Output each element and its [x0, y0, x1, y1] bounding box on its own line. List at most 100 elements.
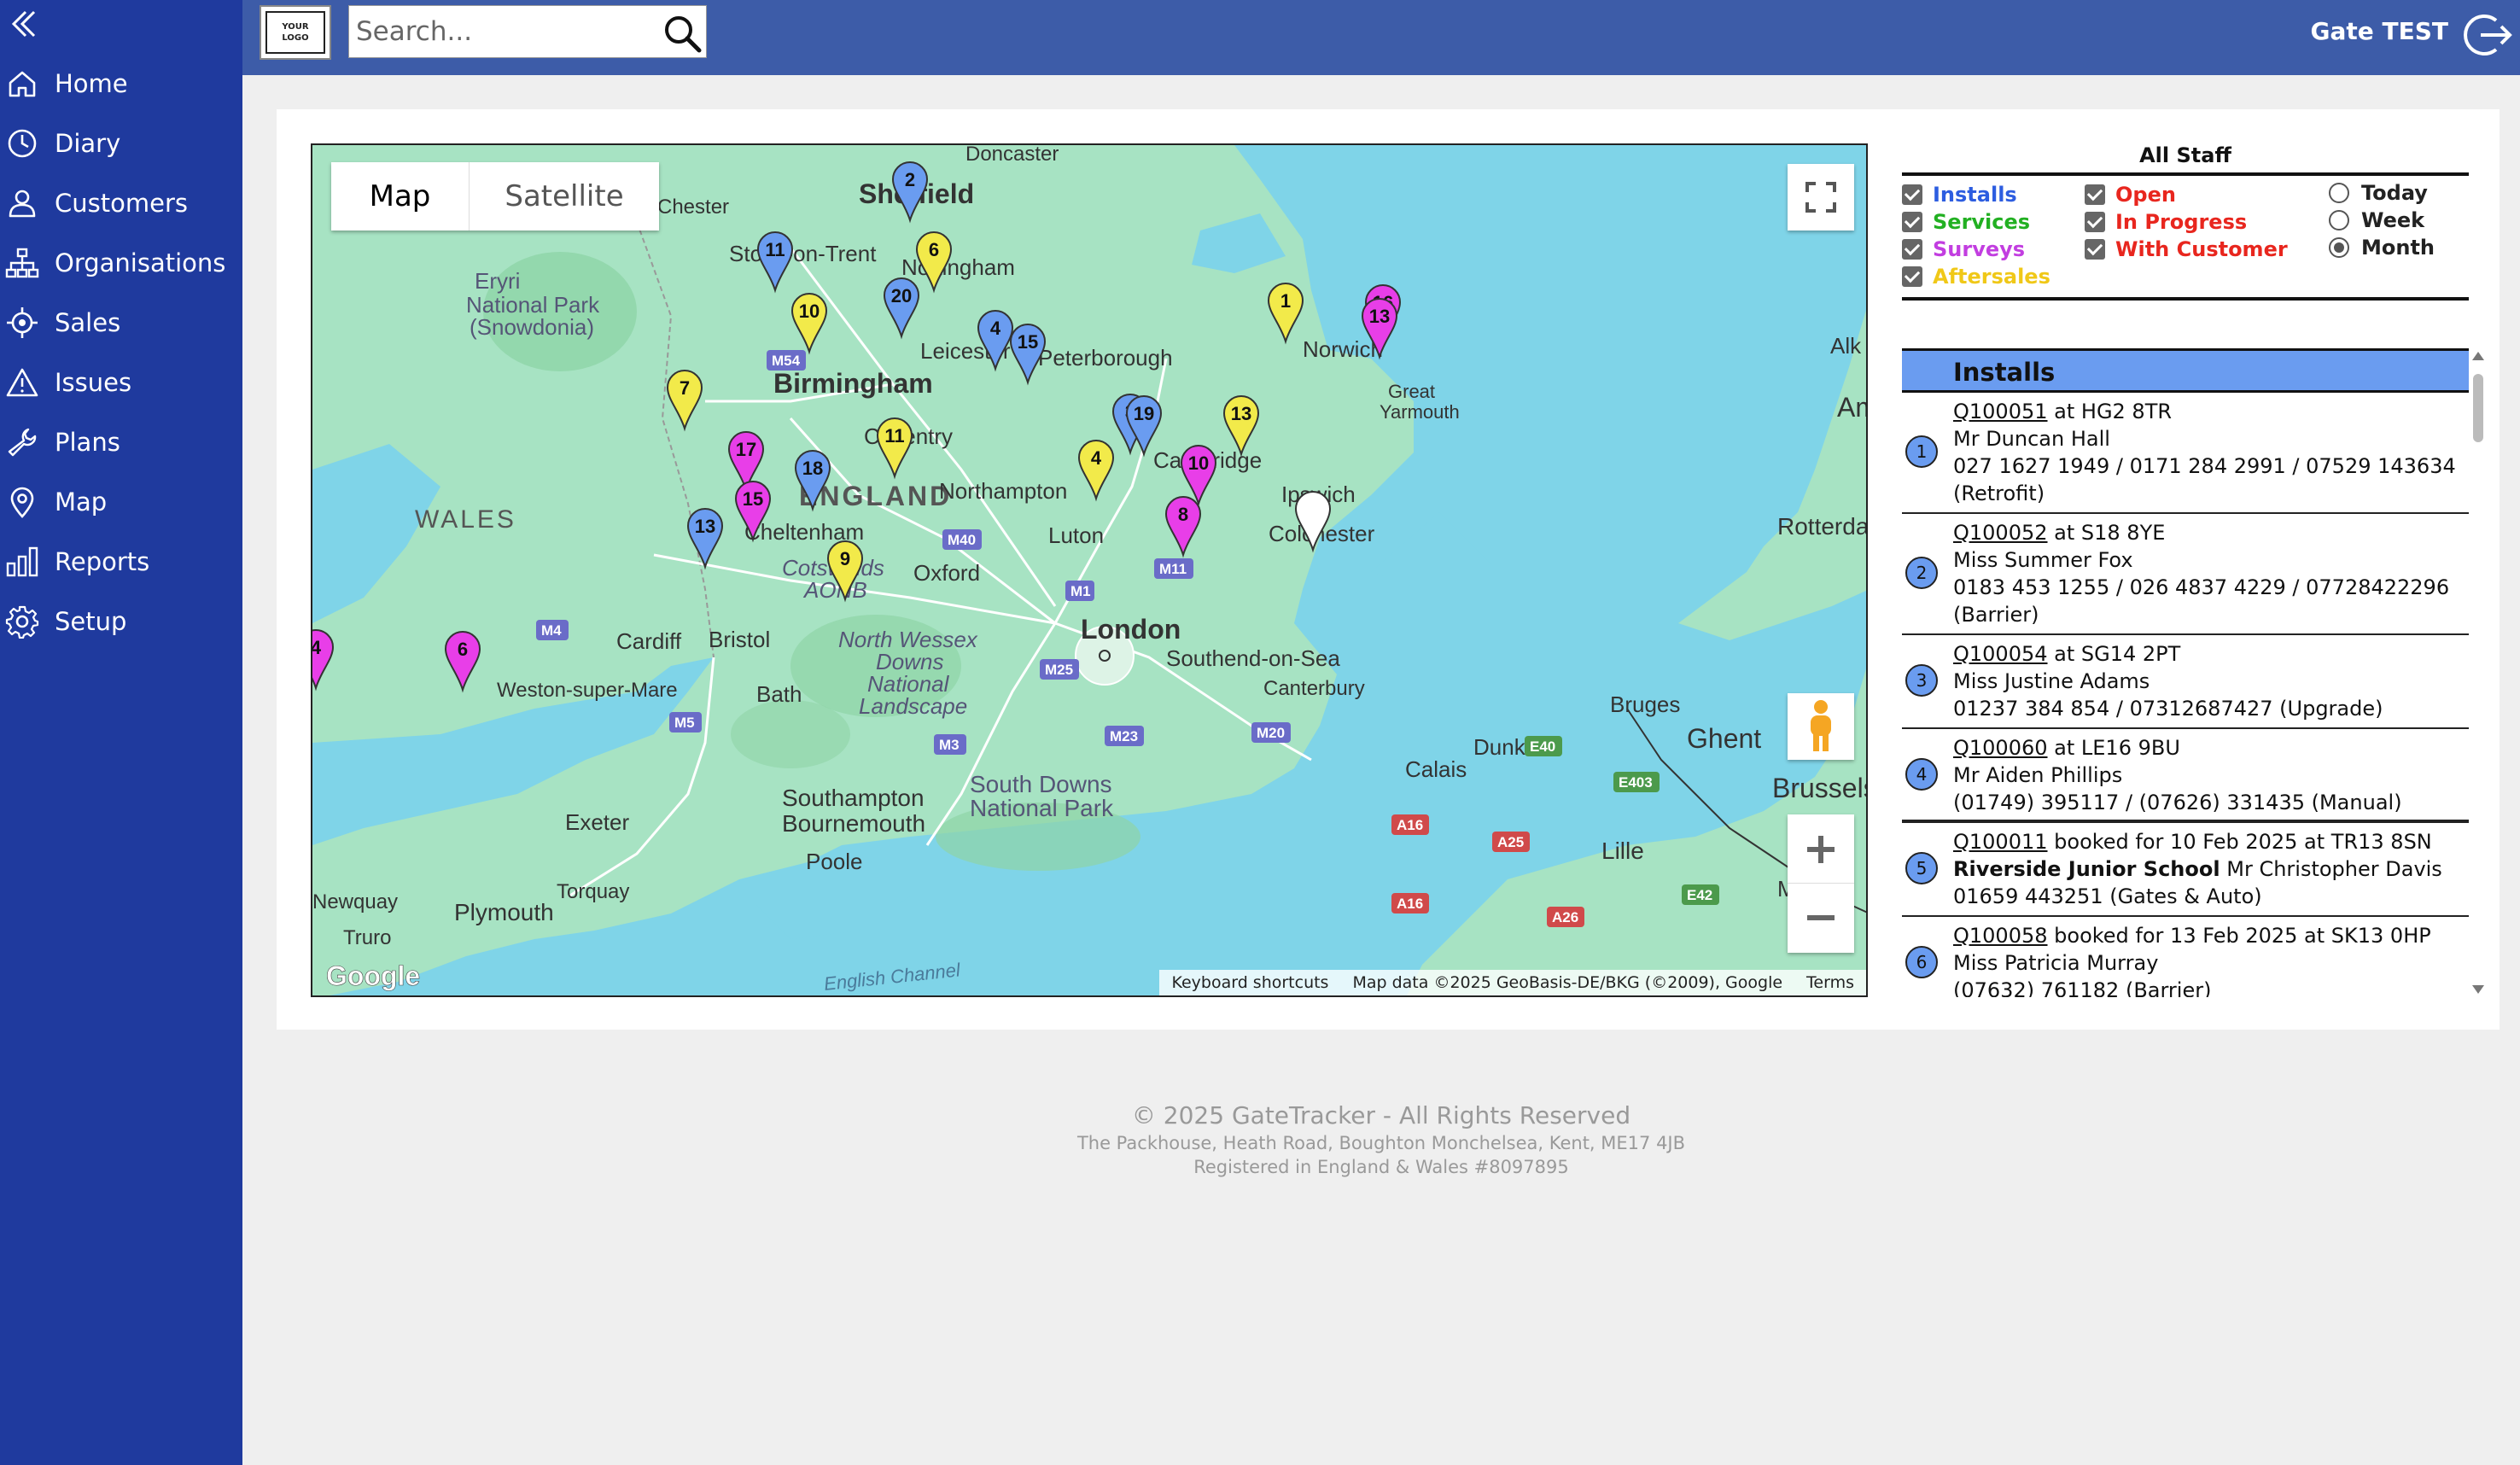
sidebar-item-setup[interactable]: Setup: [0, 596, 242, 647]
filter-surveys[interactable]: Surveys: [1902, 237, 2025, 261]
filter-aftersales[interactable]: Aftersales: [1902, 265, 2050, 289]
checkbox[interactable]: [1902, 239, 1922, 260]
place-label: Landscape: [859, 693, 967, 719]
job-number-badge: 5: [1905, 852, 1938, 884]
clock-icon: [8, 129, 37, 158]
footer-copyright: © 2025 GateTracker - All Rights Reserved: [1131, 1101, 1631, 1129]
map-pin-label: 6: [929, 239, 939, 260]
job-list-item[interactable]: 5 Q100011 booked for 10 Feb 2025 at TR13…: [1902, 823, 2469, 917]
place-label: Stoke-on-Trent: [729, 241, 877, 266]
place-label: Calais: [1405, 756, 1467, 782]
place-label: Newquay: [312, 890, 398, 913]
job-list-item[interactable]: 4 Q100060 at LE16 9BU Mr Aiden Phillips …: [1902, 729, 2469, 823]
map-pin-label: 4: [990, 318, 1001, 339]
sidebar-item-issues[interactable]: Issues: [0, 357, 242, 408]
map-type-satellite-button[interactable]: Satellite: [470, 162, 659, 231]
job-ref-link[interactable]: Q100052: [1953, 521, 2048, 545]
filter-installs[interactable]: Installs: [1902, 183, 2017, 207]
sidebar-item-home[interactable]: Home: [0, 58, 242, 109]
place-label: Brussels: [1772, 773, 1868, 803]
search-box: [348, 5, 707, 58]
period-label: Week: [2361, 208, 2425, 232]
job-number-badge: 4: [1905, 758, 1938, 791]
map-type-map-button[interactable]: Map: [331, 162, 470, 231]
filter-in-progress[interactable]: In Progress: [2085, 210, 2247, 234]
customer-name: Mr Duncan Hall: [1953, 427, 2110, 451]
jobs-map[interactable]: Doncaster Sheffield Chester Stoke-on-Tre…: [311, 143, 1868, 997]
street-view-pegman[interactable]: [1788, 693, 1854, 760]
sidebar-item-label: Customers: [55, 189, 188, 218]
place-label: Weston-super-Mare: [497, 679, 678, 702]
job-ref-link[interactable]: Q100051: [1953, 400, 2048, 423]
search-icon[interactable]: [662, 13, 703, 54]
filter-open[interactable]: Open: [2085, 183, 2176, 207]
zoom-in-button[interactable]: [1788, 815, 1854, 884]
period-week[interactable]: Week: [2329, 208, 2424, 232]
job-details: Q100054 at SG14 2PT Miss Justine Adams 0…: [1953, 640, 2383, 722]
collapse-sidebar-icon[interactable]: [7, 7, 38, 44]
map-pin-label: 13: [1231, 403, 1251, 424]
period-month[interactable]: Month: [2329, 236, 2435, 260]
scroll-thumb: [2473, 374, 2483, 442]
fullscreen-button[interactable]: [1788, 164, 1854, 231]
filter-with-customer[interactable]: With Customer: [2085, 237, 2288, 261]
warning-icon: [6, 368, 38, 397]
sidebar-item-diary[interactable]: Diary: [0, 118, 242, 169]
terms-link[interactable]: Terms: [1794, 973, 1866, 992]
place-label: Cardiff: [616, 628, 682, 654]
radio[interactable]: [2329, 183, 2349, 203]
job-location: at SG14 2PT: [2047, 642, 2181, 666]
sidebar-item-plans[interactable]: Plans: [0, 417, 242, 468]
place-label: Bristol: [709, 627, 770, 652]
job-ref-link[interactable]: Q100011: [1953, 830, 2048, 854]
radio[interactable]: [2329, 210, 2349, 231]
zoom-controls: [1788, 814, 1854, 953]
checkbox[interactable]: [2085, 184, 2105, 205]
checkbox[interactable]: [1902, 266, 1922, 287]
sidebar-item-map[interactable]: Map: [0, 476, 242, 528]
keyboard-shortcuts-link[interactable]: Keyboard shortcuts: [1159, 973, 1340, 992]
company-logo[interactable]: YOUR LOGO: [260, 5, 331, 60]
svg-text:M3: M3: [939, 737, 960, 753]
job-number-badge: 6: [1905, 946, 1938, 978]
job-list-item[interactable]: 6 Q100058 booked for 13 Feb 2025 at SK13…: [1902, 917, 2469, 997]
filter-label: Installs: [1933, 183, 2017, 207]
filter-services[interactable]: Services: [1902, 210, 2030, 234]
svg-text:E40: E40: [1530, 738, 1555, 755]
map-pin-label: 4: [312, 637, 322, 658]
period-today[interactable]: Today: [2329, 181, 2428, 205]
job-ref-link[interactable]: Q100058: [1953, 924, 2048, 948]
checkbox[interactable]: [1902, 184, 1922, 205]
place-label: Yarmouth: [1380, 401, 1460, 423]
map-data-text: Map data ©2025 GeoBasis-DE/BKG (©2009), …: [1352, 973, 1783, 992]
logout-icon[interactable]: [2462, 12, 2513, 58]
job-location: booked for 10 Feb 2025 at TR13 8SN: [2047, 830, 2432, 854]
checkbox[interactable]: [1902, 212, 1922, 232]
thames-estuary: [1371, 512, 1490, 589]
checkbox[interactable]: [2085, 212, 2105, 232]
job-ref-link[interactable]: Q100054: [1953, 642, 2048, 666]
place-label: Southend-on-Sea: [1166, 645, 1340, 671]
job-list-item[interactable]: 2 Q100052 at S18 8YE Miss Summer Fox 018…: [1902, 514, 2469, 635]
pegman-icon: [1811, 700, 1831, 751]
sidebar-item-organisations[interactable]: Organisations: [0, 237, 242, 289]
period-label: Today: [2361, 181, 2428, 205]
current-user-name[interactable]: Gate TEST: [2311, 17, 2449, 45]
job-ref-link[interactable]: Q100060: [1953, 736, 2048, 760]
sidebar-item-reports[interactable]: Reports: [0, 536, 242, 587]
zoom-out-button[interactable]: [1788, 884, 1854, 952]
place-label: Rotterdam: [1777, 513, 1868, 540]
staff-filter-title[interactable]: All Staff: [1902, 143, 2469, 167]
job-list-scrollbar[interactable]: [2469, 348, 2488, 997]
job-list-item[interactable]: 3 Q100054 at SG14 2PT Miss Justine Adams…: [1902, 635, 2469, 729]
search-input[interactable]: [356, 13, 655, 50]
radio-selected[interactable]: [2329, 237, 2349, 258]
sidebar-item-customers[interactable]: Customers: [0, 178, 242, 229]
job-list-item[interactable]: 1 Q100051 at HG2 8TR Mr Duncan Hall 027 …: [1902, 393, 2469, 514]
sidebar-item-label: Setup: [55, 607, 127, 636]
customer-name: Miss Justine Adams: [1953, 669, 2150, 693]
checkbox[interactable]: [2085, 239, 2105, 260]
customer-name: Mr Aiden Phillips: [1953, 763, 2123, 787]
sidebar-item-sales[interactable]: Sales: [0, 297, 242, 348]
svg-text:M23: M23: [1110, 728, 1138, 744]
